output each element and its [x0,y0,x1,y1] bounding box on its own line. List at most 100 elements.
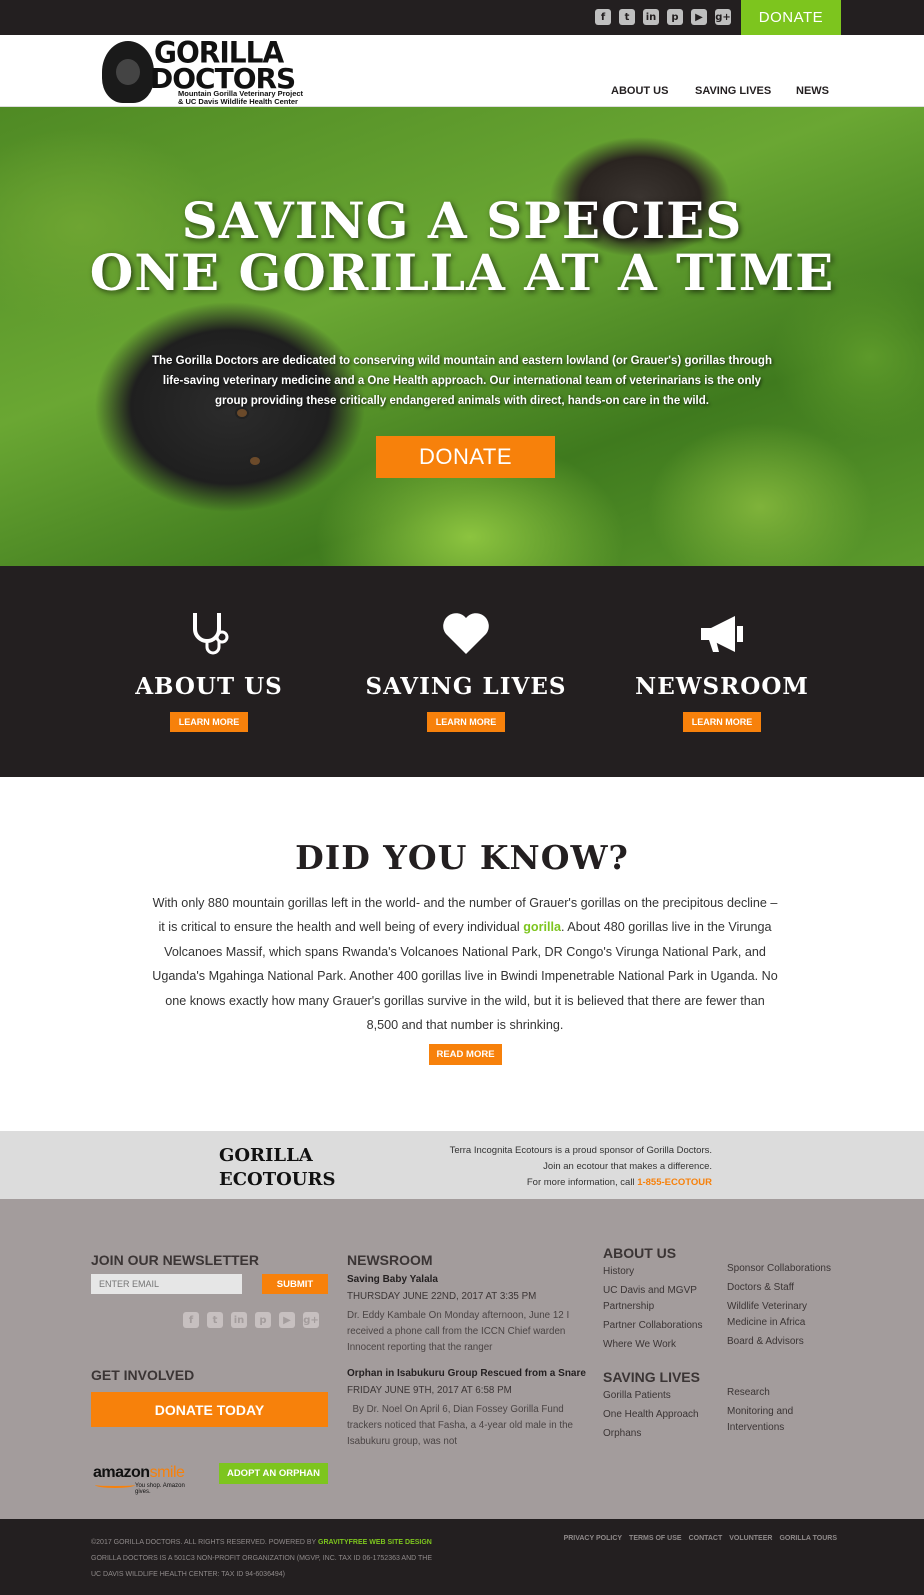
twitter-icon[interactable]: t [619,9,635,25]
copyright-line3: UC DAVIS WILDLIFE HEALTH CENTER: TAX ID … [91,1571,285,1578]
footer-link-orphans[interactable]: Orphans [603,1426,641,1442]
newsletter-submit-button[interactable]: SUBMIT [262,1274,328,1294]
heart-icon [441,611,491,657]
contact-link[interactable]: CONTACT [689,1535,723,1542]
logo-sub2: & UC Davis Wildlife Health Center [178,97,298,106]
learn-more-button[interactable]: LEARN MORE [683,712,761,732]
logo-subtitle: Mountain Gorilla Veterinary Project & UC … [178,90,328,106]
copyright-line2: GORILLA DOCTORS IS A 501C3 NON-PROFIT OR… [91,1555,433,1562]
footer-social-links: f t in p ▶ g+ [183,1312,319,1328]
saving-lives-heading: SAVING LIVES [603,1369,700,1385]
ecotours-line1: Terra Incognita Ecotours is a proud spon… [449,1145,712,1156]
get-involved-heading: GET INVOLVED [91,1367,195,1383]
news-item-title[interactable]: Saving Baby Yalala [347,1274,438,1285]
smile-arrow-icon [95,1482,135,1488]
feature-title: NEWSROOM [635,673,809,700]
hero-description: The Gorilla Doctors are dedicated to con… [151,355,772,407]
nav-saving-lives[interactable]: SAVING LIVES [695,85,771,97]
footer-link-doctors-staff[interactable]: Doctors & Staff [727,1280,794,1296]
facebook-icon[interactable]: f [183,1312,199,1328]
twitter-icon[interactable]: t [207,1312,223,1328]
megaphone-icon [697,611,747,657]
newsletter-email-input[interactable] [91,1274,242,1294]
gorilla-tours-link[interactable]: GORILLA TOURS [779,1535,837,1542]
site-logo[interactable]: GORILLA DOCTORS Mountain Gorilla Veterin… [102,38,324,106]
gorilla-eye [248,455,262,467]
amazon-text: amazon [93,1464,150,1481]
donate-today-button[interactable]: DONATE TODAY [91,1392,328,1427]
about-us-heading: ABOUT US [603,1245,677,1261]
adopt-orphan-button[interactable]: ADOPT AN ORPHAN [219,1463,328,1484]
ecotours-sponsor-bar: GORILLA ECOTOURS Terra Incognita Ecotours… [0,1131,924,1199]
footer: JOIN OUR NEWSLETTER SUBMIT f t in p ▶ g+… [0,1199,924,1519]
gravityfree-link[interactable]: GRAVITYFREE WEB SITE DESIGN [318,1539,432,1546]
bottom-links: PRIVACY POLICY TERMS OF USE CONTACT VOLU… [564,1535,837,1542]
ecotours-logo[interactable]: GORILLA ECOTOURS [219,1144,335,1192]
amazon-smile-logo[interactable]: amazonsmile You shop. Amazon gives. [93,1464,197,1495]
top-bar: f t in p ▶ g+ DONATE [0,0,924,35]
hero-banner: SAVING A SPECIES ONE GORILLA AT A TIME T… [0,107,924,566]
ecotours-logo-line1: GORILLA [219,1145,313,1166]
news-item-date: THURSDAY JUNE 22ND, 2017 AT 3:35 PM [347,1291,537,1302]
footer-link-sponsor-collaborations[interactable]: Sponsor Collaborations [727,1261,831,1277]
ecotours-line3: For more information, call 1-855-ECOTOUR [450,1175,712,1191]
footer-link-one-health[interactable]: One Health Approach [603,1407,699,1423]
feature-title: SAVING LIVES [365,673,567,700]
nav-about-us[interactable]: ABOUT US [611,85,668,97]
learn-more-button[interactable]: LEARN MORE [170,712,248,732]
learn-more-button[interactable]: LEARN MORE [427,712,505,732]
ecotours-line2: Join an ecotour that makes a difference. [543,1161,712,1172]
did-you-know-text: With only 880 mountain gorillas left in … [150,891,780,1037]
linkedin-icon[interactable]: in [643,9,659,25]
youtube-icon[interactable]: ▶ [691,9,707,25]
feature-title: ABOUT US [135,673,283,700]
footer-link-monitoring[interactable]: Monitoring and Interventions [727,1404,827,1436]
top-donate-button[interactable]: DONATE [741,0,841,35]
ecotours-call-label: For more information, call [526,1177,638,1188]
copyright-prefix: ©2017 GORILLA DOCTORS. ALL RIGHTS RESERV… [91,1539,319,1546]
ecotours-logo-line2: ECOTOURS [219,1169,336,1190]
copyright-text: ©2017 GORILLA DOCTORS. ALL RIGHTS RESERV… [91,1535,432,1583]
footer-link-board-advisors[interactable]: Board & Advisors [727,1334,804,1350]
google-plus-icon[interactable]: g+ [715,9,731,25]
did-you-know-title: DID YOU KNOW? [295,838,629,877]
footer-link-where-we-work[interactable]: Where We Work [603,1337,676,1353]
nav-news[interactable]: NEWS [796,85,829,97]
news-item-excerpt: Dr. Eddy Kambale On Monday afternoon, Ju… [347,1310,570,1353]
privacy-policy-link[interactable]: PRIVACY POLICY [564,1535,622,1542]
ecotours-text: Terra Incognita Ecotours is a proud spon… [450,1143,712,1191]
ecotours-phone[interactable]: 1-855-ECOTOUR [637,1177,712,1188]
hero-donate-button[interactable]: DONATE [376,436,555,478]
gorilla-logo-icon [102,41,154,103]
pinterest-icon[interactable]: p [255,1312,271,1328]
youtube-icon[interactable]: ▶ [279,1312,295,1328]
newsletter-heading: JOIN OUR NEWSLETTER [91,1252,260,1268]
copyright-line1: ©2017 GORILLA DOCTORS. ALL RIGHTS RESERV… [91,1535,432,1551]
amazon-tagline: You shop. Amazon gives. [135,1483,185,1495]
footer-link-research[interactable]: Research [727,1385,770,1401]
pinterest-icon[interactable]: p [667,9,683,25]
gorilla-link[interactable]: gorilla [523,920,561,934]
footer-link-history[interactable]: History [603,1264,634,1280]
terms-of-use-link[interactable]: TERMS OF USE [629,1535,682,1542]
hero-title-line2: ONE GORILLA AT A TIME [89,243,835,302]
footer-link-uc-davis[interactable]: UC Davis and MGVP Partnership [603,1283,713,1315]
footer-link-partner-collaborations[interactable]: Partner Collaborations [603,1318,703,1334]
stethoscope-icon [184,611,234,657]
linkedin-icon[interactable]: in [231,1312,247,1328]
read-more-button[interactable]: READ MORE [429,1044,502,1065]
bottom-bar: ©2017 GORILLA DOCTORS. ALL RIGHTS RESERV… [0,1519,924,1595]
amazon-wordmark: amazonsmile [93,1464,197,1482]
google-plus-icon[interactable]: g+ [303,1312,319,1328]
news-item-excerpt: By Dr. Noel On April 6, Dian Fossey Gori… [347,1404,576,1447]
dyk-text-after: . About 480 gorillas live in the Virunga… [152,920,778,1033]
hero-title-line1: SAVING A SPECIES [181,191,743,250]
site-header: GORILLA DOCTORS Mountain Gorilla Veterin… [0,35,924,107]
volunteer-link[interactable]: VOLUNTEER [729,1535,772,1542]
footer-link-wildlife-vet-medicine[interactable]: Wildlife Veterinary Medicine in Africa [727,1299,837,1331]
smile-text: smile [149,1464,185,1481]
footer-link-gorilla-patients[interactable]: Gorilla Patients [603,1388,671,1404]
facebook-icon[interactable]: f [595,9,611,25]
social-links: f t in p ▶ g+ [595,9,731,25]
news-item-title[interactable]: Orphan in Isabukuru Group Rescued from a… [347,1368,586,1379]
